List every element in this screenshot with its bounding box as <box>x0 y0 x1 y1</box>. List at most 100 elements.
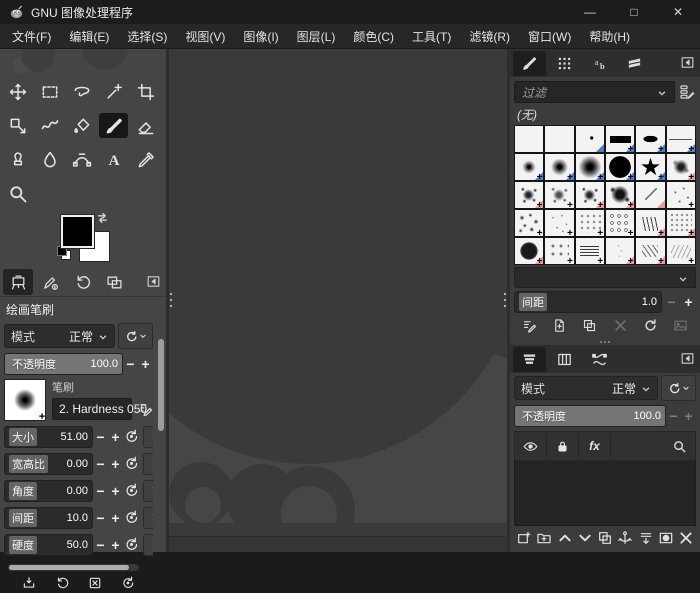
increase-button[interactable]: + <box>108 535 123 555</box>
brush-list-expander[interactable] <box>514 267 696 288</box>
free-select-tool[interactable] <box>67 79 96 104</box>
brush-swatch-20[interactable]: + <box>545 210 574 236</box>
swap-colors-icon[interactable] <box>96 212 109 225</box>
brush-swatch-15[interactable]: + <box>575 182 604 208</box>
menu-item-10[interactable]: 窗口(W) <box>519 24 580 48</box>
warp-transform-tool[interactable] <box>35 113 64 138</box>
menu-item-4[interactable]: 视图(V) <box>176 24 234 48</box>
brush-name[interactable]: 2. Hardness 050 <box>52 398 147 420</box>
brush-swatch-13[interactable]: + <box>515 182 544 208</box>
tab-paths[interactable] <box>583 347 616 372</box>
tag-editor-icon[interactable] <box>679 84 696 101</box>
raise-layer-button[interactable] <box>557 530 573 549</box>
tab-gradients[interactable] <box>618 51 651 76</box>
vertical-scrollbar[interactable] <box>158 339 164 431</box>
decrease-button[interactable]: − <box>93 508 108 528</box>
brush-swatch-7[interactable]: + <box>515 154 544 180</box>
dock-resize-grip-left[interactable] <box>169 292 173 308</box>
brush-swatch-28[interactable]: + <box>606 238 635 264</box>
foreground-color-swatch[interactable] <box>61 215 94 248</box>
brush-swatch-30[interactable]: + <box>666 238 695 264</box>
opacity-slider[interactable]: 不透明度 100.0 − + <box>4 353 153 375</box>
text-tool[interactable]: A <box>99 147 128 172</box>
brush-swatch-27[interactable]: + <box>575 238 604 264</box>
menu-item-5[interactable]: 图像(I) <box>234 24 287 48</box>
delete-layer-button[interactable] <box>678 530 694 549</box>
tab-tool-options[interactable] <box>3 269 33 295</box>
lower-layer-button[interactable] <box>577 530 593 549</box>
brush-swatch-29[interactable]: + <box>636 238 665 264</box>
bucket-fill-tool[interactable] <box>67 113 96 138</box>
brush-swatch-6[interactable]: + <box>666 126 695 152</box>
tag-none-label[interactable]: (无) <box>510 105 700 125</box>
fx-toggle[interactable]: fx <box>579 433 611 459</box>
slider-angle[interactable]: 角度 0.00− + <box>4 480 153 502</box>
brush-swatch-5[interactable]: + <box>636 126 665 152</box>
visibility-toggle[interactable] <box>515 433 547 459</box>
reset-icon[interactable] <box>124 483 141 500</box>
edit-brush-button[interactable] <box>522 318 537 336</box>
restore-tool-preset-button[interactable] <box>55 576 69 593</box>
clone-tool[interactable] <box>3 147 32 172</box>
dock-resize-grip-right[interactable] <box>503 292 507 308</box>
merge-down-button[interactable] <box>638 530 654 549</box>
decrease-button[interactable]: − <box>93 481 108 501</box>
dock-drag-handle[interactable] <box>510 338 700 345</box>
slider-size[interactable]: 大小 51.00− + <box>4 426 153 448</box>
panel-menu-icon[interactable] <box>680 55 697 72</box>
brush-swatch-3[interactable] <box>575 126 604 152</box>
brush-swatch-18[interactable]: + <box>666 182 695 208</box>
refresh-brushes-button[interactable] <box>643 318 658 336</box>
save-tool-preset-button[interactable] <box>22 576 36 593</box>
brush-swatch-9[interactable]: + <box>575 154 604 180</box>
decrease-button[interactable]: − <box>93 454 108 474</box>
increase-button[interactable]: + <box>108 454 123 474</box>
layers-list-empty[interactable] <box>514 461 696 526</box>
tab-undo-history[interactable] <box>67 269 97 295</box>
brush-swatch-17[interactable] <box>636 182 665 208</box>
new-layer-button[interactable] <box>516 530 532 549</box>
brush-swatch-4[interactable]: + <box>606 126 635 152</box>
reset-icon[interactable] <box>124 510 141 527</box>
dynamics-icon[interactable] <box>143 480 153 502</box>
layer-mode-reset-button[interactable] <box>661 375 696 401</box>
tab-channels[interactable] <box>548 347 581 372</box>
brush-filter-input[interactable]: 过滤 <box>514 81 675 103</box>
layer-opacity-decrease-button[interactable]: − <box>666 406 681 426</box>
tab-images[interactable] <box>99 269 129 295</box>
reset-icon[interactable] <box>124 456 141 473</box>
increase-button[interactable]: + <box>108 427 123 447</box>
slider-aspect-ratio[interactable]: 宽高比 0.00− + <box>4 453 153 475</box>
smudge-tool[interactable] <box>35 147 64 172</box>
slider-spacing[interactable]: 间距 10.0− + <box>4 507 153 529</box>
transform-tool[interactable] <box>3 113 32 138</box>
dynamics-icon[interactable] <box>143 453 153 475</box>
opacity-increase-button[interactable]: + <box>138 354 153 374</box>
brush-swatch-22[interactable]: + <box>606 210 635 236</box>
tab-brushes[interactable] <box>513 51 546 76</box>
layer-opacity-slider[interactable]: 不透明度 100.0 − + <box>514 405 696 427</box>
brush-swatch-21[interactable]: + <box>575 210 604 236</box>
brush-swatch-10[interactable]: + <box>606 154 635 180</box>
color-picker-tool[interactable] <box>131 147 160 172</box>
new-layer-group-button[interactable] <box>536 530 552 549</box>
canvas-area[interactable] <box>166 49 510 552</box>
layer-opacity-increase-button[interactable]: + <box>681 406 696 426</box>
brush-swatch-24[interactable]: + <box>666 210 695 236</box>
paint-mode-select[interactable]: 模式 正常 <box>4 324 115 348</box>
opacity-decrease-button[interactable]: − <box>123 354 138 374</box>
brush-swatch-12[interactable]: + <box>666 154 695 180</box>
new-brush-button[interactable] <box>552 318 567 336</box>
menu-item-2[interactable]: 编辑(E) <box>60 24 118 48</box>
rectangle-select-tool[interactable] <box>35 79 64 104</box>
brush-swatch-8[interactable]: + <box>545 154 574 180</box>
decrease-button[interactable]: − <box>93 427 108 447</box>
decrease-button[interactable]: − <box>93 535 108 555</box>
brush-swatch-16[interactable]: + <box>606 182 635 208</box>
paths-tool[interactable] <box>67 147 96 172</box>
brush-swatch-19[interactable]: + <box>515 210 544 236</box>
slider-hardness[interactable]: 硬度 50.0− + <box>4 534 153 556</box>
menu-item-6[interactable]: 图层(L) <box>288 24 345 48</box>
brush-swatch-2[interactable] <box>545 126 574 152</box>
tab-fonts[interactable]: ab <box>583 51 616 76</box>
